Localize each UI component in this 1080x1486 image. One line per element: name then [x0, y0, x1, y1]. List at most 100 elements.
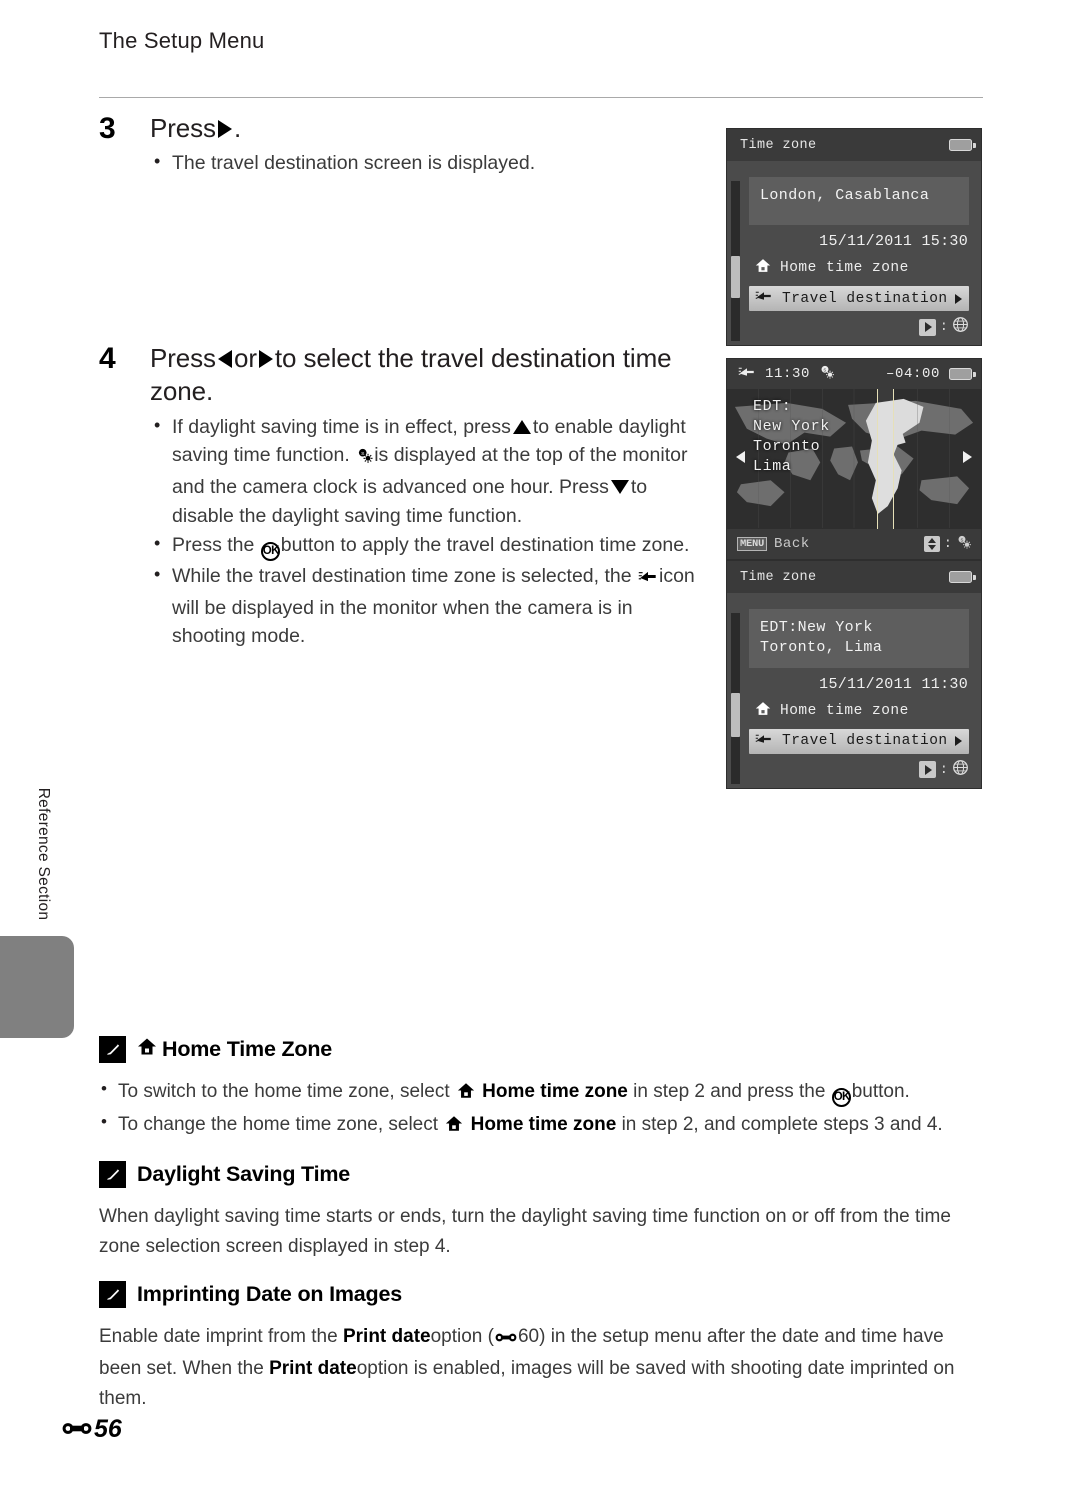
note-paragraph: When daylight saving time starts or ends…: [99, 1206, 951, 1258]
map-top-bar: 11:30 S –04:00: [727, 359, 981, 389]
battery-icon: [949, 368, 976, 380]
note-pencil-icon: [99, 1036, 126, 1063]
step-3-title-suffix: .: [233, 113, 242, 143]
option-home-time-zone[interactable]: Home time zone: [749, 698, 969, 724]
list-item: To change the home time zone, select Hom…: [99, 1108, 989, 1143]
step-4-title-part2: or: [233, 343, 257, 373]
up-down-button-icon: [923, 536, 940, 552]
datetime-display: 15/11/2011 15:30: [819, 233, 968, 250]
house-icon: [755, 258, 771, 278]
note-3-bold-2: Print date: [269, 1358, 357, 1380]
globe-icon: [952, 759, 969, 781]
left-arrow-triangle-icon: [217, 350, 232, 368]
step-3-title-prefix: Press: [150, 113, 216, 143]
timezone-band-highlight: [877, 389, 894, 529]
right-button-icon: [918, 761, 936, 778]
note-1-bullet-2-bold: Home time zone: [470, 1113, 617, 1135]
step-4-number: 4: [99, 342, 116, 375]
note-title-text: Daylight Saving Time: [137, 1162, 351, 1186]
note-title-text: Home Time Zone: [162, 1037, 333, 1061]
screen-title: Time zone: [740, 569, 817, 585]
right-arrow-triangle-icon: [217, 120, 232, 138]
screen-title-bar: Time zone: [727, 561, 981, 593]
map-city-labels: EDT: New York Toronto Lima: [753, 397, 830, 477]
reference-section-icon: [495, 1324, 517, 1354]
step-3-number: 3: [99, 112, 116, 145]
note-imprinting-date-on-images: Imprinting Date on Images Enable date im…: [99, 1281, 989, 1414]
battery-icon: [949, 139, 976, 151]
screen-title-bar: Time zone: [727, 129, 981, 161]
camera-screen-timezone-home: Time zone London, Casablanca 15/11/2011 …: [726, 128, 982, 346]
map-city-2: Toronto: [753, 437, 821, 455]
chevron-right-icon: [955, 736, 962, 746]
scrollbar[interactable]: [731, 181, 740, 341]
daylight-saving-icon: S: [819, 364, 835, 385]
note-pencil-icon: [99, 1281, 126, 1308]
scrollbar-thumb[interactable]: [731, 693, 740, 738]
map-time: 11:30: [765, 366, 811, 382]
airplane-icon: [755, 732, 773, 751]
step-4-bullet-3-p1: While the travel destination time zone i…: [172, 565, 632, 588]
menu-back-control[interactable]: MENU Back: [737, 536, 810, 552]
note-1-bullet-2-p1: To change the home time zone, select: [118, 1113, 439, 1135]
map-zone-abbrev: EDT:: [753, 398, 792, 415]
option-home-label: Home time zone: [780, 702, 909, 719]
scrollbar[interactable]: [731, 613, 740, 784]
step-3-bullets: The travel destination screen is display…: [150, 148, 699, 178]
note-pencil-icon: [99, 1161, 126, 1188]
option-travel-label: Travel destination: [782, 290, 948, 307]
world-map-area[interactable]: EDT: New York Toronto Lima: [727, 389, 981, 529]
map-footer-hint: : S: [923, 534, 972, 555]
step-4-bullet-2-p1: Press the: [172, 534, 255, 557]
timezone-display: EDT:New York Toronto, Lima: [749, 609, 969, 668]
up-arrow-triangle-icon: [512, 419, 531, 434]
ok-button-icon: OK: [260, 542, 280, 562]
note-home-time-zone: Home Time Zone To switch to the home tim…: [99, 1036, 989, 1143]
colon-separator: :: [939, 761, 948, 778]
section-tab-marker: [0, 936, 74, 1038]
svg-text:S: S: [961, 537, 964, 542]
menu-back-label: Back: [774, 536, 810, 552]
step-3-bullet-1-text: The travel destination screen is display…: [172, 152, 536, 175]
folio-number: 56: [94, 1415, 122, 1443]
note-header: Daylight Saving Time: [99, 1161, 989, 1188]
option-travel-destination[interactable]: Travel destination: [749, 286, 969, 311]
map-city-1: New York: [753, 417, 830, 435]
note-bullets: To switch to the home time zone, select …: [99, 1075, 989, 1143]
list-item: If daylight saving time is in effect, pr…: [150, 412, 709, 531]
screen-footer: :: [727, 311, 981, 345]
note-1-bullet-1-p2: in step 2 and press the: [633, 1081, 826, 1102]
map-prev-zone-arrow-icon[interactable]: [736, 451, 745, 463]
step-4-bullet-2-p2: button to apply the travel destination t…: [280, 534, 690, 557]
note-header: Imprinting Date on Images: [99, 1281, 989, 1308]
house-icon: [755, 701, 771, 721]
step-4: 4 Press or to select the travel destinatio…: [99, 342, 709, 652]
step-3-title: Press.: [150, 112, 699, 145]
down-arrow-triangle-icon: [610, 479, 629, 494]
screen-title: Time zone: [740, 137, 817, 153]
list-item: While the travel destination time zone i…: [150, 561, 709, 651]
list-item: The travel destination screen is display…: [150, 148, 699, 178]
note-1-bullet-1-p1: To switch to the home time zone, select: [118, 1081, 450, 1102]
note-title: Daylight Saving Time: [137, 1162, 350, 1187]
right-arrow-triangle-icon: [258, 350, 273, 368]
ok-button-icon: OK: [831, 1088, 851, 1107]
house-icon: [445, 1112, 463, 1143]
daylight-saving-icon: S: [956, 534, 972, 555]
globe-icon: [952, 316, 969, 338]
note-header: Home Time Zone: [99, 1036, 989, 1063]
screen-footer: :: [727, 754, 981, 788]
note-1-bullet-1-p3: button.: [851, 1081, 910, 1102]
option-home-time-zone[interactable]: Home time zone: [749, 255, 969, 281]
camera-screen-world-map: 11:30 S –04:00 EDT: New York Toronto Lim…: [726, 358, 982, 560]
note-title: Home Time Zone: [137, 1037, 332, 1062]
utc-offset: –04:00: [885, 366, 940, 382]
list-item: Press the OKbutton to apply the travel d…: [150, 530, 709, 562]
scrollbar-thumb[interactable]: [731, 256, 740, 298]
house-icon: [137, 1037, 157, 1062]
map-next-zone-arrow-icon[interactable]: [963, 451, 972, 463]
note-3-p2: option (: [430, 1326, 494, 1347]
timezone-line-1: London, Casablanca: [760, 187, 930, 204]
map-bottom-bar: MENU Back : S: [727, 529, 981, 559]
option-travel-destination[interactable]: Travel destination: [749, 728, 969, 754]
